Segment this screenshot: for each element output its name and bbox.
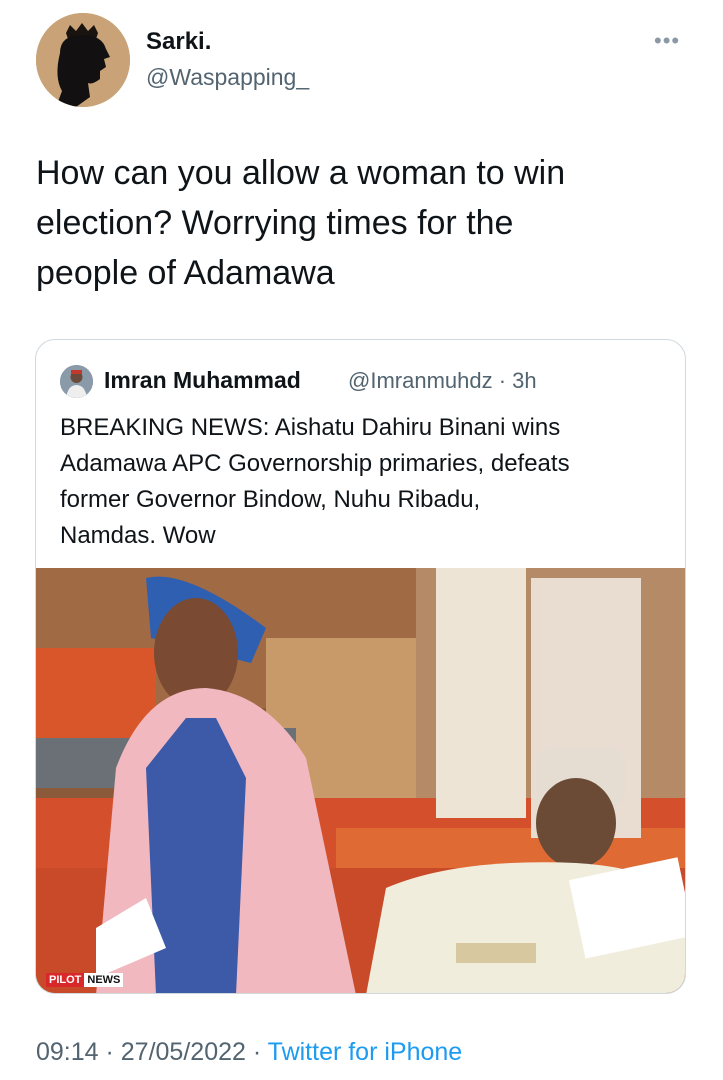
author-display-name[interactable]: Sarki. — [146, 28, 211, 56]
quoted-author-name[interactable]: Imran Muhammad — [104, 367, 301, 394]
quoted-author-avatar[interactable] — [60, 365, 93, 398]
quoted-tweet-card[interactable]: Imran Muhammad @Imranmuhdz · 3h BREAKING… — [35, 339, 686, 994]
tweet-source-link[interactable]: Twitter for iPhone — [268, 1038, 463, 1066]
quoted-text-line: former Governor Bindow, Nuhu Ribadu, — [60, 486, 481, 513]
author-avatar[interactable] — [36, 13, 130, 107]
silhouette-avatar-image — [36, 13, 130, 107]
quoted-text-line: BREAKING NEWS: Aishatu Dahiru Binani win… — [60, 414, 561, 441]
quoted-avatar-image — [60, 365, 93, 398]
tweet-text-line: people of Adamawa — [36, 254, 335, 292]
senate-chamber-photo — [36, 568, 685, 993]
pilot-news-watermark: PILOT NEWS — [46, 973, 124, 987]
tweet-text-line: election? Worrying times for the — [36, 204, 514, 242]
quoted-tweet-photo[interactable]: PILOT NEWS — [36, 568, 685, 993]
tweet-text: How can you allow a woman to win electio… — [36, 148, 676, 298]
quoted-tweet-text: BREAKING NEWS: Aishatu Dahiru Binani win… — [60, 410, 670, 554]
tweet-meta: 09:14 · 27/05/2022 · Twitter for iPhone — [36, 1038, 462, 1067]
quoted-author-handle-time[interactable]: @Imranmuhdz · 3h — [348, 368, 537, 394]
tweet-text-line: How can you allow a woman to win — [36, 154, 566, 192]
quoted-text-line: Namdas. Wow — [60, 522, 216, 549]
tweet-timestamp: 09:14 · 27/05/2022 · — [36, 1038, 262, 1066]
more-options-icon[interactable]: ••• — [654, 28, 680, 54]
author-handle[interactable]: @Waspapping_ — [146, 64, 309, 91]
quoted-text-line: Adamawa APC Governorship primaries, defe… — [60, 450, 570, 477]
